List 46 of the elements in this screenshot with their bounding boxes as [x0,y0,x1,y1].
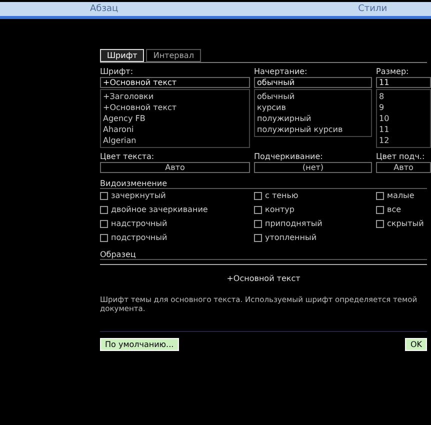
checkbox[interactable]: подстрочный [100,231,250,244]
list-item[interactable]: курсив [257,102,369,113]
field-label: Шрифт: [100,67,134,76]
dropdown[interactable]: (нет) [254,162,372,173]
field-label: Подчеркивание: [254,152,324,161]
list-item[interactable]: 8 [379,91,428,102]
list-item[interactable]: Agency FB [103,113,247,124]
ribbon-group-label: Абзац [89,3,118,16]
dropdown[interactable]: Авто [100,162,250,173]
list-item[interactable]: 9 [379,102,428,113]
list-item[interactable]: Algerian [103,135,247,146]
checkbox[interactable]: двойное зачеркивание [100,203,250,216]
list-item[interactable]: +Заголовки [103,91,247,102]
checkbox[interactable]: зачеркнутый [100,189,250,202]
checkbox[interactable]: скрытый [376,217,431,230]
dropdown[interactable]: Авто [376,162,431,173]
list-item[interactable]: полужирный курсив [257,124,369,135]
dialog-button[interactable]: OK [405,338,427,351]
dialog-button[interactable]: По умолчанию... [100,338,179,351]
section-title: Видоизменение [100,179,427,189]
checkbox[interactable]: приподнятый [254,217,372,230]
field-label: Цвет подч.: [376,152,426,161]
list-item[interactable]: 12 [379,135,428,146]
list-item[interactable]: обычный [257,91,369,102]
tab[interactable]: Интервал [146,49,201,62]
checkbox[interactable]: все [376,203,431,216]
checkbox[interactable]: утопленный [254,231,372,244]
section-title: Образец [100,250,427,260]
list-item[interactable]: 10 [379,113,428,124]
field-label: Начертание: [254,67,308,76]
list-item[interactable]: полужирный [257,113,369,124]
size-field[interactable]: 11 [376,77,431,88]
font-field[interactable]: +Основной текст [100,77,250,88]
ribbon-group-label: Стили [357,3,388,16]
list-item[interactable]: +Основной текст [103,102,247,113]
field-label: Цвет текста: [100,152,156,161]
list-item[interactable]: Aharoni [103,124,247,135]
list-item[interactable]: 11 [379,124,428,135]
preview-text: +Основной текст [226,274,300,282]
tab[interactable]: Шрифт [100,49,144,62]
style-field[interactable]: обычный [254,77,372,88]
checkbox[interactable]: контур [254,203,372,216]
checkbox[interactable]: надстрочный [100,217,250,230]
checkbox[interactable]: с тенью [254,189,372,202]
field-label: Размер: [376,67,410,76]
checkbox[interactable]: малые [376,189,431,202]
